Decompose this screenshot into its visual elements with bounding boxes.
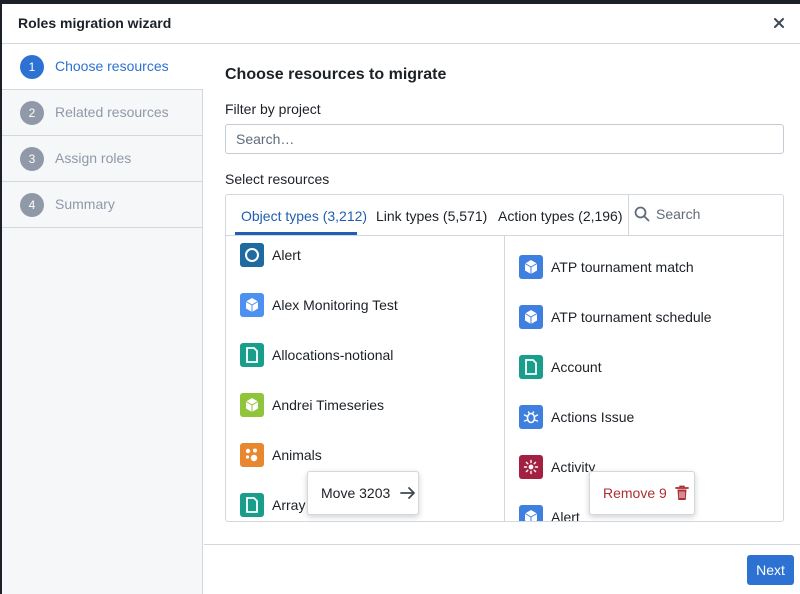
list-item[interactable]: ATP tournament schedule xyxy=(519,305,712,329)
dialog-title: Roles migration wizard xyxy=(18,15,172,31)
document-icon xyxy=(240,493,264,517)
step-label: Assign roles xyxy=(55,150,132,166)
step-number: 4 xyxy=(20,193,44,217)
item-label: Actions Issue xyxy=(551,409,635,425)
list-item[interactable]: Actions Issue xyxy=(519,405,634,429)
step-number: 3 xyxy=(20,147,44,171)
list-item[interactable]: Account xyxy=(519,355,602,379)
search-label: Search xyxy=(656,206,701,222)
cube-icon xyxy=(519,255,543,279)
filter-by-project-label: Filter by project xyxy=(225,101,321,117)
document-icon xyxy=(519,355,543,379)
search-icon xyxy=(634,206,650,222)
item-label: Account xyxy=(551,359,602,375)
item-label: Alert xyxy=(272,247,301,263)
step-number: 2 xyxy=(20,101,44,125)
circle-icon xyxy=(240,243,264,267)
cube-icon xyxy=(240,393,264,417)
item-label: Alert xyxy=(551,509,580,522)
cube-icon xyxy=(519,305,543,329)
tab-divider xyxy=(628,195,629,236)
list-item[interactable]: Alert xyxy=(240,243,301,267)
step-choose-resources[interactable]: 1 Choose resources xyxy=(2,44,203,90)
tab-action-types[interactable]: Action types (2,196) xyxy=(498,208,623,224)
arrow-right-icon xyxy=(400,487,416,499)
step-assign-roles[interactable]: 3 Assign roles xyxy=(2,136,203,182)
item-label: Allocations-notional xyxy=(272,347,394,363)
paw-icon xyxy=(240,443,264,467)
main-content: Choose resources to migrate Filter by pr… xyxy=(204,44,800,544)
list-item[interactable]: Allocations-notional xyxy=(240,343,393,367)
step-label: Related resources xyxy=(55,104,169,120)
cube-icon xyxy=(519,505,543,521)
step-number: 1 xyxy=(20,55,44,79)
tab-object-types[interactable]: Object types (3,212) xyxy=(241,208,367,224)
resource-search-button[interactable]: Search xyxy=(634,206,700,222)
dialog-footer: Next xyxy=(204,544,800,594)
step-label: Choose resources xyxy=(55,58,169,74)
bug-icon xyxy=(519,405,543,429)
list-item[interactable]: Alert xyxy=(519,505,580,522)
document-icon xyxy=(240,343,264,367)
item-label: Andrei Timeseries xyxy=(272,397,385,413)
resource-tabs: Object types (3,212) Link types (5,571) … xyxy=(226,195,783,236)
list-item[interactable]: Andrei Timeseries xyxy=(240,393,384,417)
list-item[interactable]: Alex Monitoring Test xyxy=(240,293,398,317)
item-label: Alex Monitoring Test xyxy=(272,297,398,313)
active-tab-indicator xyxy=(235,232,357,235)
move-button[interactable]: Move 3203 xyxy=(307,471,419,515)
project-search-box[interactable] xyxy=(225,124,784,154)
project-search-input[interactable] xyxy=(236,131,766,147)
list-item[interactable]: Activity xyxy=(519,455,595,479)
list-item[interactable]: Animals xyxy=(240,443,322,467)
remove-button-label: Remove 9 xyxy=(603,485,667,501)
select-resources-label: Select resources xyxy=(225,171,330,187)
trash-icon xyxy=(674,485,689,500)
remove-button[interactable]: Remove 9 xyxy=(589,471,695,515)
cube-icon xyxy=(240,293,264,317)
step-related-resources[interactable]: 2 Related resources xyxy=(2,90,203,136)
close-button[interactable] xyxy=(770,14,788,32)
page-title: Choose resources to migrate xyxy=(225,66,447,83)
step-label: Summary xyxy=(55,196,115,212)
step-summary[interactable]: 4 Summary xyxy=(2,182,203,228)
list-item[interactable]: ATP tournament match xyxy=(519,255,694,279)
next-button[interactable]: Next xyxy=(747,555,794,585)
close-icon xyxy=(774,18,784,28)
item-label: ATP tournament schedule xyxy=(551,309,712,325)
item-label: ATP tournament match xyxy=(551,259,694,275)
dialog-header: Roles migration wizard xyxy=(2,4,800,44)
tab-link-types[interactable]: Link types (5,571) xyxy=(376,208,487,224)
item-label: Animals xyxy=(272,447,322,463)
sun-icon xyxy=(519,455,543,479)
move-button-label: Move 3203 xyxy=(321,485,391,501)
wizard-steps-sidebar: 1 Choose resources 2 Related resources 3… xyxy=(2,44,203,594)
